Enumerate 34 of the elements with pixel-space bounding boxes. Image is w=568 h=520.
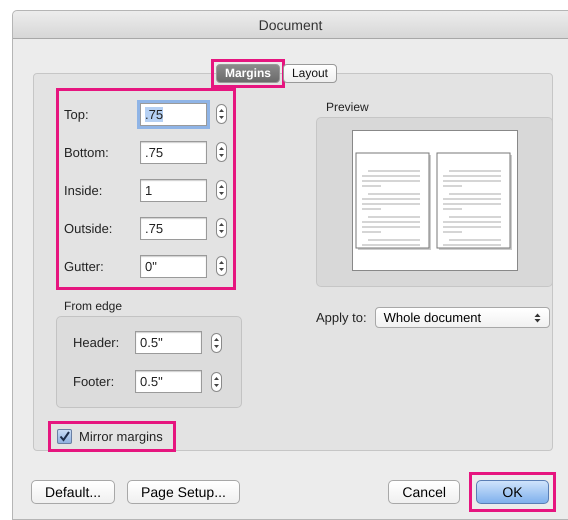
- input-field[interactable]: .75: [140, 216, 207, 240]
- field-label: Top:: [64, 106, 90, 122]
- apply-to-dropdown[interactable]: Whole document: [374, 307, 550, 328]
- group-title: From edge: [64, 299, 124, 313]
- input-field[interactable]: 1: [140, 178, 207, 202]
- dialog-button[interactable]: Cancel: [388, 480, 460, 504]
- stepper-icon[interactable]: [216, 218, 227, 238]
- stepper-icon[interactable]: [216, 180, 227, 200]
- dialog-button[interactable]: Default...: [31, 480, 116, 504]
- preview-label: Preview: [326, 100, 370, 114]
- field-label: Bottom:: [64, 144, 110, 160]
- field-label: Header:: [73, 335, 120, 350]
- window-title: Document: [258, 16, 322, 32]
- field-label: Inside:: [64, 182, 104, 198]
- stepper-icon[interactable]: [211, 332, 222, 352]
- apply-to-label: Apply to:: [316, 310, 367, 325]
- checkbox[interactable]: [57, 429, 72, 444]
- tab[interactable]: Layout: [282, 64, 338, 83]
- field-label: Gutter:: [64, 258, 105, 274]
- stepper-icon[interactable]: [216, 256, 227, 276]
- checkbox-label: Mirror margins: [79, 429, 163, 444]
- stepper-icon[interactable]: [211, 372, 222, 392]
- input-field[interactable]: .75: [140, 140, 207, 164]
- stepper-icon[interactable]: [216, 142, 227, 162]
- dialog-button[interactable]: Page Setup...: [127, 480, 240, 504]
- input-field[interactable]: 0.5": [135, 331, 202, 354]
- up-down-arrows-icon: [534, 312, 541, 322]
- input-field[interactable]: 0": [140, 254, 207, 278]
- stepper-icon[interactable]: [216, 104, 227, 124]
- field-label: Footer:: [73, 374, 116, 389]
- dialog-button[interactable]: OK: [476, 480, 549, 504]
- tab[interactable]: Margins: [216, 64, 280, 83]
- input-field[interactable]: 0.5": [135, 370, 202, 393]
- field-label: Outside:: [64, 220, 114, 236]
